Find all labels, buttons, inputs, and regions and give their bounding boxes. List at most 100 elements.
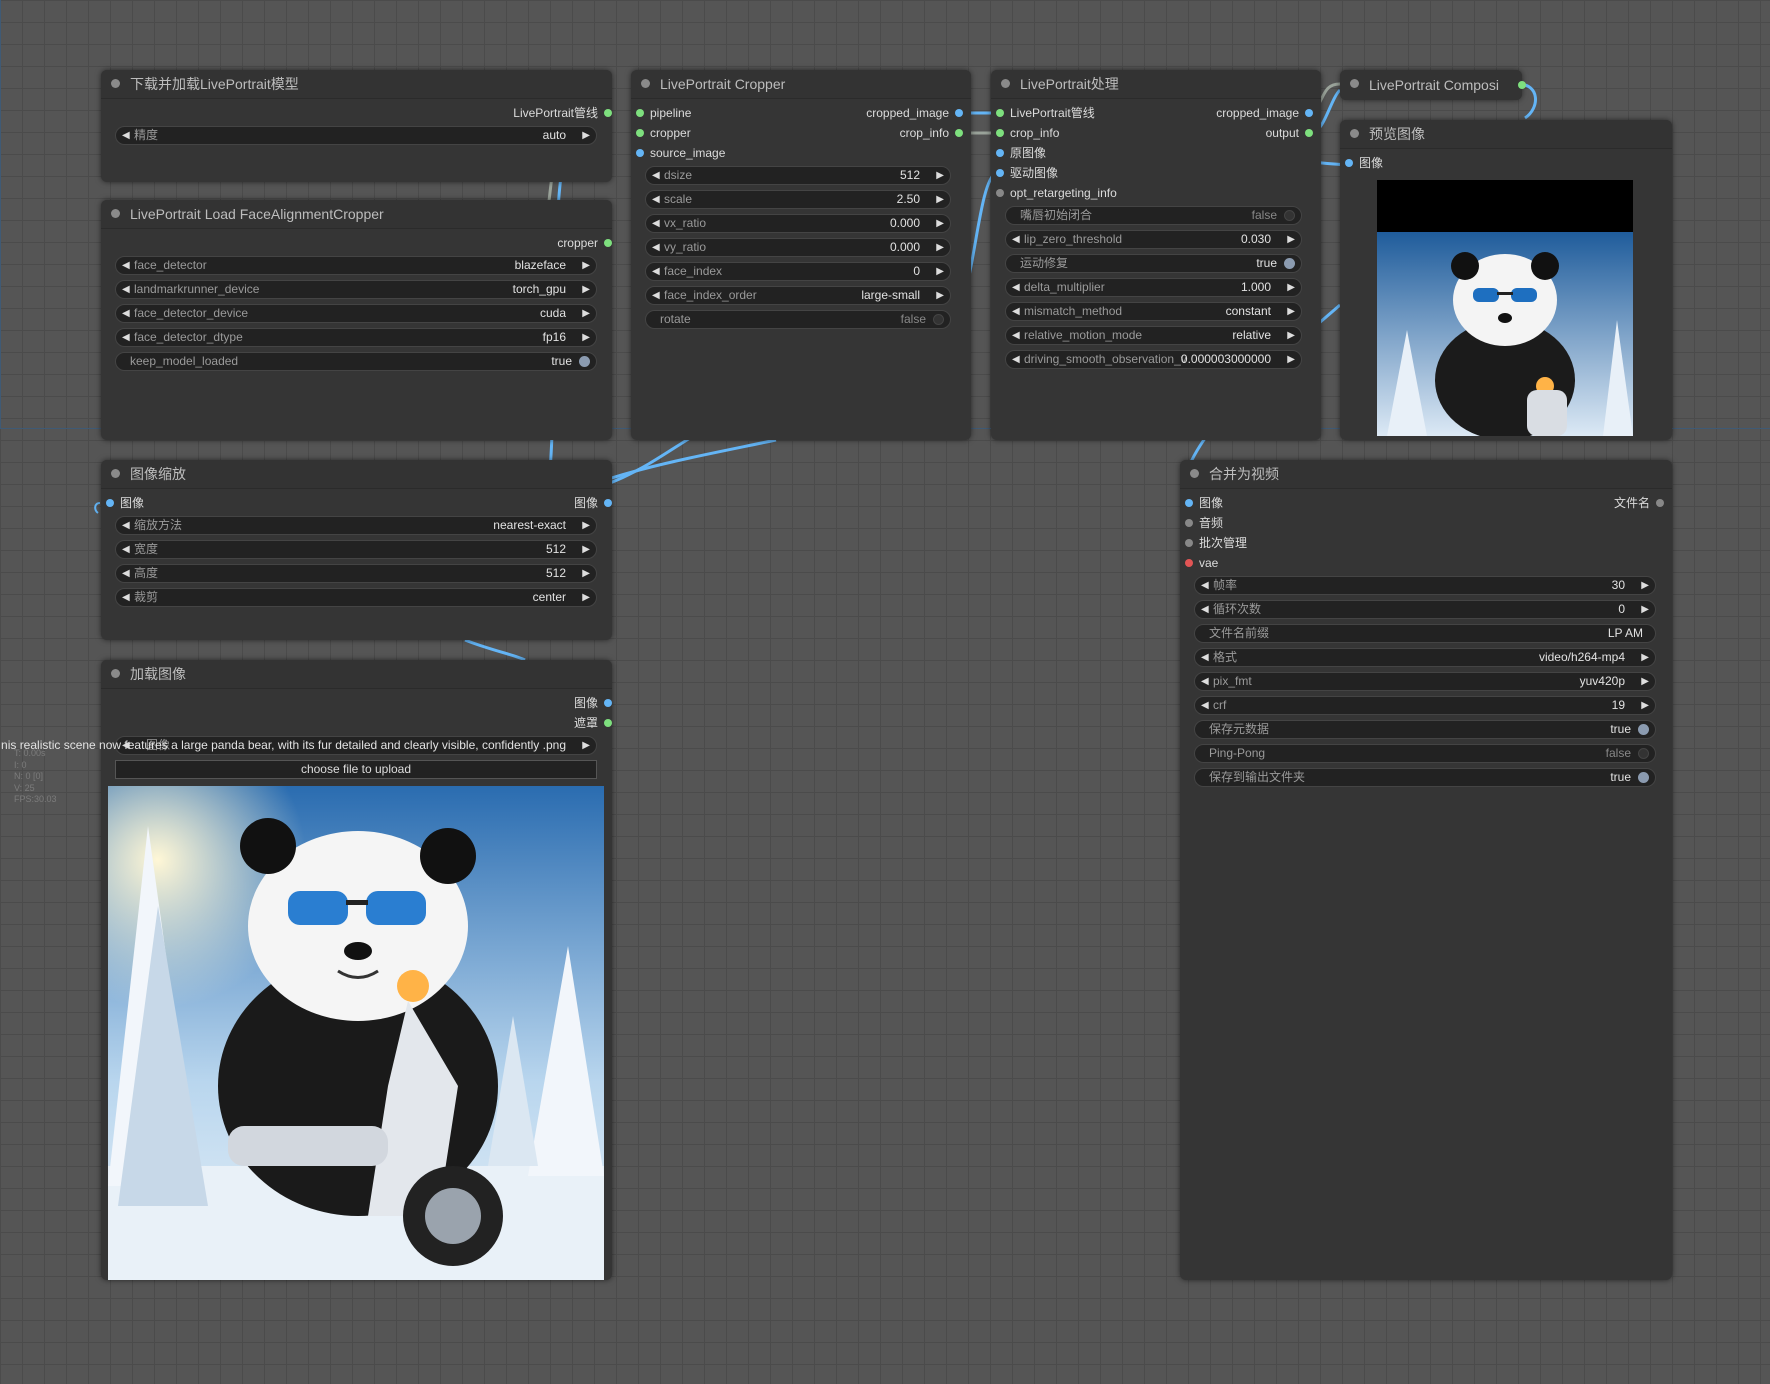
input-slot[interactable] [1345, 159, 1353, 167]
toggle-knob[interactable] [1638, 772, 1649, 783]
node-preview-image[interactable]: 预览图像 图像 [1340, 120, 1672, 440]
input-pipeline[interactable]: pipeline [636, 104, 691, 122]
node-face-alignment-cropper[interactable]: LivePortrait Load FaceAlignmentCropper c… [101, 200, 612, 440]
decrement-arrow[interactable]: ◀ [652, 167, 660, 184]
decrement-arrow[interactable]: ◀ [122, 541, 130, 558]
lip-init-toggle[interactable]: 嘴唇初始闭合 false [1005, 206, 1302, 225]
input-source-image[interactable]: source_image [636, 144, 725, 162]
toggle-knob[interactable] [1638, 748, 1649, 759]
output-slot[interactable] [955, 129, 963, 137]
mismatch-method-combo[interactable]: ◀ mismatch_method constant ▶ [1005, 302, 1302, 321]
node-title[interactable]: LivePortrait Composi [1340, 70, 1522, 100]
input-opt-retargeting[interactable]: opt_retargeting_info [996, 184, 1117, 202]
increment-arrow[interactable]: ▶ [936, 239, 944, 256]
decrement-arrow[interactable]: ◀ [1012, 351, 1020, 368]
input-image[interactable]: 图像 [106, 494, 144, 512]
increment-arrow[interactable]: ▶ [1641, 601, 1649, 618]
resize-method-combo[interactable]: ◀ 缩放方法 nearest-exact ▶ [115, 516, 597, 535]
face-index-order-combo[interactable]: ◀ face_index_order large-small ▶ [645, 286, 951, 305]
landmarkrunner-device-combo[interactable]: ◀ landmarkrunner_device torch_gpu ▶ [115, 280, 597, 299]
collapse-dot[interactable] [1350, 129, 1359, 138]
input-audio[interactable]: 音频 [1185, 514, 1223, 532]
decrement-arrow[interactable]: ◀ [1012, 279, 1020, 296]
node-title[interactable]: 预览图像 [1340, 120, 1672, 149]
node-title[interactable]: 下载并加载LivePortrait模型 [101, 70, 612, 99]
decrement-arrow[interactable]: ◀ [1201, 697, 1209, 714]
output-pipeline[interactable]: LivePortrait管线 [513, 104, 612, 122]
toggle-knob[interactable] [579, 356, 590, 367]
increment-arrow[interactable]: ▶ [582, 737, 590, 754]
increment-arrow[interactable]: ▶ [582, 281, 590, 298]
node-title[interactable]: LivePortrait Load FaceAlignmentCropper [101, 200, 612, 229]
output-slot[interactable] [1305, 129, 1313, 137]
increment-arrow[interactable]: ▶ [1641, 577, 1649, 594]
increment-arrow[interactable]: ▶ [936, 215, 944, 232]
face-index-number[interactable]: ◀ face_index 0 ▶ [645, 262, 951, 281]
lip-zero-threshold-number[interactable]: ◀ lip_zero_threshold 0.030 ▶ [1005, 230, 1302, 249]
decrement-arrow[interactable]: ◀ [1201, 649, 1209, 666]
output-slot[interactable] [604, 109, 612, 117]
filename-prefix-input[interactable]: 文件名前缀 LP AM [1194, 624, 1656, 643]
decrement-arrow[interactable]: ◀ [652, 287, 660, 304]
input-slot[interactable] [636, 109, 644, 117]
decrement-arrow[interactable]: ◀ [122, 565, 130, 582]
decrement-arrow[interactable]: ◀ [1201, 601, 1209, 618]
input-image[interactable]: 图像 [1345, 154, 1383, 172]
collapse-dot[interactable] [1350, 79, 1359, 88]
input-slot[interactable] [636, 129, 644, 137]
dsize-number[interactable]: ◀ dsize 512 ▶ [645, 166, 951, 185]
decrement-arrow[interactable]: ◀ [1012, 231, 1020, 248]
node-title[interactable]: 加载图像 [101, 660, 612, 689]
upload-button[interactable]: choose file to upload [115, 760, 597, 779]
increment-arrow[interactable]: ▶ [582, 127, 590, 144]
input-driving-image[interactable]: 驱动图像 [996, 164, 1058, 182]
increment-arrow[interactable]: ▶ [1287, 279, 1295, 296]
decrement-arrow[interactable]: ◀ [652, 263, 660, 280]
decrement-arrow[interactable]: ◀ [652, 191, 660, 208]
toggle-knob[interactable] [933, 314, 944, 325]
input-image[interactable]: 图像 [1185, 494, 1223, 512]
output-cropped-image[interactable]: cropped_image [1216, 104, 1313, 122]
decrement-arrow[interactable]: ◀ [1201, 577, 1209, 594]
node-video-combine[interactable]: 合并为视频 图像 音频 批次管理 vae 文件名 ◀ 帧率 30 ▶ ◀ 循环次数 0 ▶ … [1180, 460, 1672, 1280]
input-slot[interactable] [996, 189, 1004, 197]
decrement-arrow[interactable]: ◀ [122, 589, 130, 606]
scale-number[interactable]: ◀ scale 2.50 ▶ [645, 190, 951, 209]
node-liveportrait-loader[interactable]: 下载并加载LivePortrait模型 LivePortrait管线 ◀ 精度 au… [101, 70, 612, 182]
node-title[interactable]: 合并为视频 [1180, 460, 1672, 489]
output-slot[interactable] [604, 239, 612, 247]
output-slot[interactable] [1518, 81, 1526, 89]
output-cropped-image[interactable]: cropped_image [866, 104, 963, 122]
increment-arrow[interactable]: ▶ [936, 287, 944, 304]
precision-combo[interactable]: ◀ 精度 auto ▶ [115, 126, 597, 145]
decrement-arrow[interactable]: ◀ [122, 517, 130, 534]
face-detector-combo[interactable]: ◀ face_detector blazeface ▶ [115, 256, 597, 275]
input-crop-info[interactable]: crop_info [996, 124, 1059, 142]
input-pipeline[interactable]: LivePortrait管线 [996, 104, 1095, 122]
output-slot[interactable] [604, 699, 612, 707]
output-slot[interactable] [604, 499, 612, 507]
face-detector-device-combo[interactable]: ◀ face_detector_device cuda ▶ [115, 304, 597, 323]
output-mask[interactable]: 遮罩 [574, 714, 612, 732]
input-slot[interactable] [1185, 499, 1193, 507]
increment-arrow[interactable]: ▶ [1641, 649, 1649, 666]
pix-fmt-combo[interactable]: ◀ pix_fmt yuv420p ▶ [1194, 672, 1656, 691]
node-image-resize[interactable]: 图像缩放 图像 图像 ◀ 缩放方法 nearest-exact ▶ ◀ 宽度 512 ▶ ◀… [101, 460, 612, 640]
node-liveportrait-cropper[interactable]: LivePortrait Cropper pipeline cropper so… [631, 70, 971, 440]
input-vae[interactable]: vae [1185, 554, 1218, 572]
collapse-dot[interactable] [111, 209, 120, 218]
keep-model-loaded-toggle[interactable]: keep_model_loaded true [115, 352, 597, 371]
output-cropper[interactable]: cropper [557, 234, 612, 252]
decrement-arrow[interactable]: ◀ [652, 215, 660, 232]
input-slot[interactable] [106, 499, 114, 507]
input-batch-manager[interactable]: 批次管理 [1185, 534, 1247, 552]
decrement-arrow[interactable]: ◀ [122, 281, 130, 298]
frame-rate-number[interactable]: ◀ 帧率 30 ▶ [1194, 576, 1656, 595]
node-title[interactable]: LivePortrait处理 [991, 70, 1321, 99]
save-output-toggle[interactable]: 保存到输出文件夹 true [1194, 768, 1656, 787]
input-source-image[interactable]: 原图像 [996, 144, 1046, 162]
pingpong-toggle[interactable]: Ping-Pong false [1194, 744, 1656, 763]
collapse-dot[interactable] [111, 669, 120, 678]
node-graph-canvas[interactable]: 下载并加载LivePortrait模型 LivePortrait管线 ◀ 精度 au… [0, 0, 1770, 1384]
output-image[interactable]: 图像 [574, 694, 612, 712]
